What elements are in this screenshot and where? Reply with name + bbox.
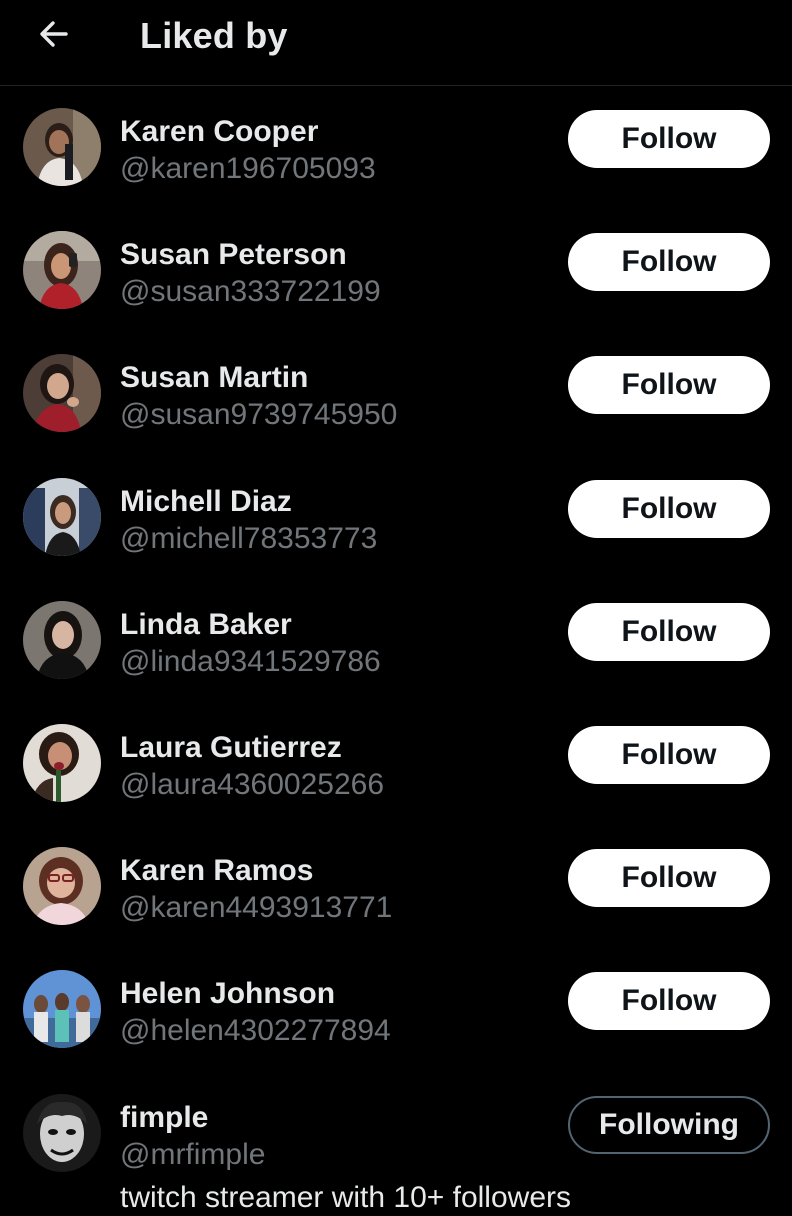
user-name[interactable]: Helen Johnson [120,976,335,1012]
follow-button[interactable]: Follow [568,725,770,784]
user-handle[interactable]: @susan333722199 [120,274,381,310]
follow-button[interactable]: Follow [568,849,770,908]
follow-button[interactable]: Follow [568,110,770,168]
following-button[interactable]: Following [568,1095,770,1154]
user-handle[interactable]: @linda9341529786 [120,644,381,680]
avatar[interactable] [23,354,101,433]
avatar[interactable] [23,600,101,679]
user-name[interactable]: Michell Diaz [120,484,292,520]
list-item[interactable]: Karen Cooper @karen196705093 Follow [0,86,792,209]
follow-button[interactable]: Follow [568,602,770,661]
avatar[interactable] [23,723,101,802]
user-handle[interactable]: @mrfimple [120,1137,265,1173]
top-bar: Liked by [0,0,792,86]
list-item[interactable]: Michell Diaz @michell78353773 Follow [0,456,792,579]
back-button[interactable] [30,12,78,56]
user-handle[interactable]: @karen4493913771 [120,890,392,926]
avatar[interactable] [23,847,101,926]
user-name[interactable]: Karen Cooper [120,114,318,150]
follow-button[interactable]: Follow [568,356,770,415]
page-title: Liked by [140,15,288,56]
user-handle[interactable]: @michell78353773 [120,521,377,557]
user-handle[interactable]: @susan9739745950 [120,397,397,433]
list-item[interactable]: Susan Peterson @susan333722199 Follow [0,209,792,332]
list-item[interactable]: Laura Gutierrez @laura4360025266 Follow [0,702,792,825]
list-item[interactable]: Susan Martin @susan9739745950 Follow [0,332,792,455]
user-name[interactable]: Linda Baker [120,607,292,643]
user-handle[interactable]: @helen4302277894 [120,1013,391,1049]
follow-button[interactable]: Follow [568,972,770,1031]
user-bio: twitch streamer with 10+ followers [120,1181,571,1214]
user-name[interactable]: Susan Peterson [120,237,347,273]
avatar[interactable] [23,970,101,1049]
user-name[interactable]: fimple [120,1100,208,1136]
list-item[interactable]: fimple @mrfimple Following [0,1072,792,1195]
user-handle[interactable]: @laura4360025266 [120,767,384,803]
user-name[interactable]: Karen Ramos [120,853,313,889]
follow-button[interactable]: Follow [568,233,770,292]
arrow-left-icon [40,21,68,47]
avatar[interactable] [23,1093,101,1172]
list-item[interactable]: Helen Johnson @helen4302277894 Follow [0,948,792,1071]
user-name[interactable]: Laura Gutierrez [120,730,342,766]
avatar[interactable] [23,108,101,186]
avatar[interactable] [23,231,101,310]
follow-button[interactable]: Follow [568,479,770,538]
list-item[interactable]: Karen Ramos @karen4493913771 Follow [0,825,792,948]
avatar[interactable] [23,477,101,556]
list-item[interactable]: Linda Baker @linda9341529786 Follow [0,579,792,702]
user-handle[interactable]: @karen196705093 [120,151,376,187]
user-name[interactable]: Susan Martin [120,360,308,396]
liked-by-list: Karen Cooper @karen196705093 Follow Susa… [0,86,792,1195]
